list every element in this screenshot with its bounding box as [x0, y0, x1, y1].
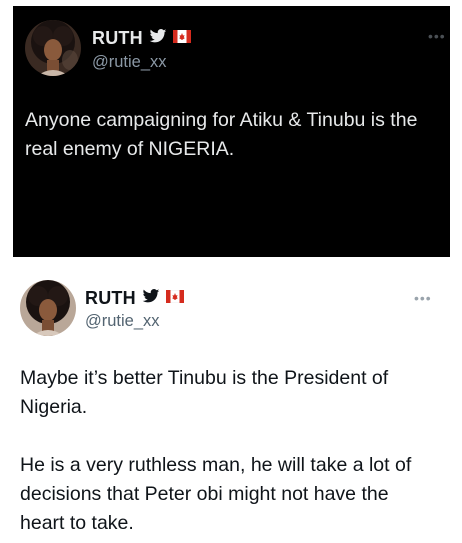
tweet-line: Maybe it’s better Tinubu is the Presiden… — [20, 367, 389, 389]
more-options-icon[interactable]: ••• — [414, 290, 432, 306]
user-handle[interactable]: @rutie_xx — [85, 312, 160, 331]
display-name[interactable]: RUTH — [85, 288, 136, 309]
twitter-bird-icon — [149, 28, 167, 49]
avatar[interactable] — [20, 280, 76, 336]
more-options-icon[interactable]: ••• — [428, 28, 446, 44]
tweet-text: Maybe it’s better Tinubu is the Presiden… — [20, 364, 411, 538]
tweet-line: heart to take. — [20, 512, 134, 534]
name-row: RUTH — [92, 28, 191, 49]
user-handle[interactable]: @rutie_xx — [92, 53, 167, 72]
name-row: RUTH — [85, 288, 185, 309]
canada-flag-icon — [165, 289, 185, 308]
tweet-background: RUTH @rutie_xx ••• Anyone campaigning fo… — [13, 6, 450, 257]
tweet-line: Nigeria. — [20, 396, 88, 418]
twitter-bird-icon — [142, 288, 160, 309]
tweet-line: decisions that Peter obi might not have … — [20, 483, 389, 505]
tweet-card-light[interactable]: RUTH @rutie_xx ••• Maybe it’s better Tin… — [0, 268, 462, 543]
avatar[interactable] — [25, 20, 81, 76]
tweet-line: Anyone campaigning for Atiku & Tinubu is… — [25, 109, 418, 131]
display-name[interactable]: RUTH — [92, 28, 143, 49]
canada-flag-icon — [172, 29, 191, 48]
tweet-line: real enemy of NIGERIA. — [25, 138, 235, 160]
tweet-line — [20, 422, 411, 451]
tweet-text: Anyone campaigning for Atiku & Tinubu is… — [25, 106, 417, 164]
tweet-card-dark[interactable]: RUTH @rutie_xx ••• Anyone campaigning fo… — [0, 0, 462, 258]
tweet-line: He is a very ruthless man, he will take … — [20, 454, 412, 476]
